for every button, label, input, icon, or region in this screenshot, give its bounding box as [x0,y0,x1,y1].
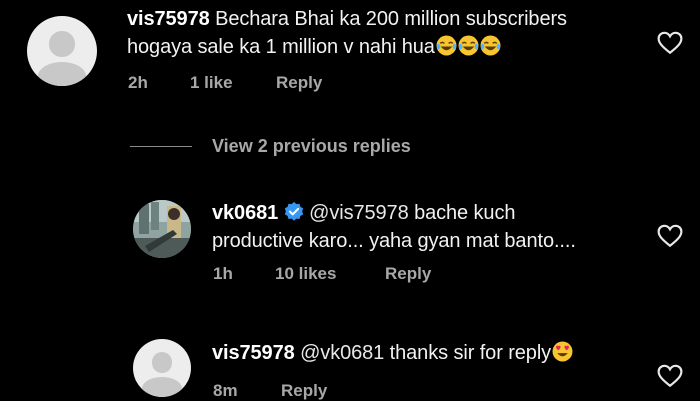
mention-link[interactable]: @vk0681 [300,342,384,364]
timestamp: 2h [128,73,148,92]
comment-body-line2: hogaya sale ka 1 million v nahi hua [127,36,435,58]
laughing-crying-emoji [435,35,457,58]
divider [130,145,192,147]
timestamp: 1h [213,264,233,283]
laughing-crying-emoji [457,35,479,58]
heart-icon[interactable] [657,224,683,248]
reply-button[interactable]: Reply [276,73,322,93]
timestamp: 8m [213,381,238,400]
comment-body-line2: productive karo... yaha gyan mat banto..… [212,230,576,252]
comment-body: thanks sir for reply [389,342,552,364]
view-previous-replies-label[interactable]: View 2 previous replies [212,136,411,157]
reply-button[interactable]: Reply [385,264,431,284]
comment-text: vk0681 @vis75978 bache kuch productive ka… [212,199,652,255]
mention-link[interactable]: @vis75978 [309,202,409,224]
heart-eyes-emoji [551,341,573,364]
comment-meta: 1h 10 likes Reply [213,264,431,284]
heart-icon[interactable] [657,31,683,55]
laughing-crying-emoji [479,35,501,58]
reply-button[interactable]: Reply [281,381,327,401]
heart-icon[interactable] [657,364,683,388]
comment-body-line1: Bechara Bhai ka 200 million subscribers [215,8,567,30]
username[interactable]: vis75978 [212,342,295,364]
comment-body-line1: bache kuch [414,202,516,224]
comment-meta: 8m Reply [213,381,327,401]
comment-meta: 2h 1 like Reply [128,73,322,93]
comment-text: vis75978 Bechara Bhai ka 200 million sub… [127,5,617,61]
like-count[interactable]: 1 like [190,73,276,93]
verified-badge-icon [284,201,304,221]
comment-text: vis75978 @vk0681 thanks sir for reply [212,339,652,367]
like-count[interactable]: 10 likes [275,264,385,284]
avatar[interactable] [133,339,191,397]
username[interactable]: vis75978 [127,8,210,30]
view-previous-replies[interactable]: View 2 previous replies [130,134,411,158]
username[interactable]: vk0681 [212,202,278,224]
avatar[interactable] [133,200,191,258]
avatar[interactable] [27,16,97,86]
